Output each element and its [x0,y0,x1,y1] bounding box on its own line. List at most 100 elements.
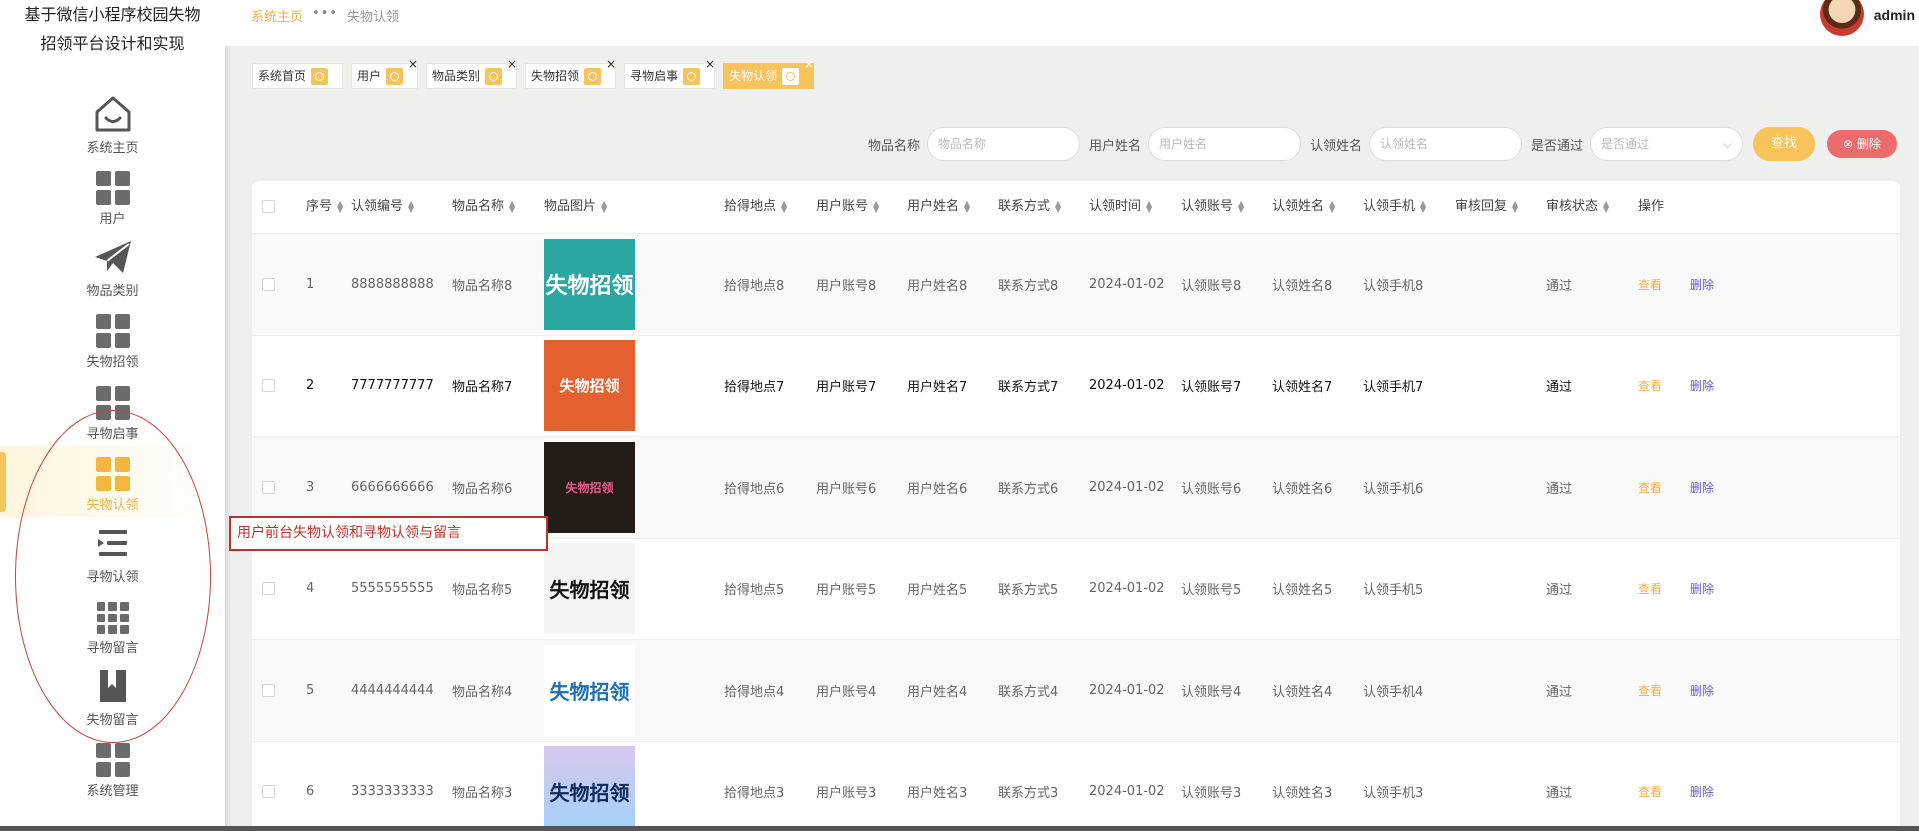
sort-icon[interactable]: ▲ ▼ [1146,199,1152,213]
item-image[interactable]: 失物招领 [544,234,635,335]
row-checkbox[interactable] [262,742,275,831]
table-cell-uname: 用户姓名3 [907,786,968,802]
sort-icon[interactable]: ▲ ▼ [1420,199,1426,213]
sort-icon[interactable]: ▲ ▼ [1238,199,1244,213]
sidebar-item-seek-message[interactable]: 寻物留言 [0,589,225,661]
row-checkbox[interactable] [262,539,275,640]
column-header[interactable]: 拾得地点 ▲ ▼ [724,181,787,233]
row-checkbox[interactable] [262,336,275,437]
column-header[interactable]: 用户账号 ▲ ▼ [816,181,879,233]
item-name-input[interactable]: 物品名称 [926,127,1080,161]
row-delete-button[interactable]: 删除 [1690,783,1714,800]
sort-icon[interactable]: ▲ ▼ [509,199,515,213]
column-header[interactable]: 认领编号 ▲ ▼ [351,181,414,233]
tab-users[interactable]: 用户 × [351,58,419,89]
paper-plane-icon [94,240,131,273]
table-row[interactable]: 4 5555555555 物品名称5 失物招领 拾得地点5 用户账号5 用户姓名5 联系方式5… [252,537,1900,640]
table-cell-account: 用户账号3 [816,786,877,802]
search-button[interactable]: 查找 [1753,127,1815,161]
tab-categories[interactable]: 物品类别 × [426,58,518,89]
tab-lost-found[interactable]: 失物招领 × [525,58,617,89]
sidebar-item-home[interactable]: 系统主页 [0,88,225,160]
sort-icon[interactable]: ▲ ▼ [408,199,414,213]
table-cell-uname: 用户姓名4 [907,684,968,700]
avatar[interactable] [1819,0,1864,36]
close-icon[interactable]: × [705,58,715,70]
sidebar-item-seek-claim[interactable]: 寻物认领 [0,517,225,589]
tab-lost-claim[interactable]: 失物认领 × [723,58,815,89]
view-button[interactable]: 查看 [1638,783,1662,800]
table-cell-c_name: 认领姓名6 [1272,481,1333,497]
view-button[interactable]: 查看 [1638,276,1662,293]
column-header[interactable]: 物品图片 ▲ ▼ [544,181,607,233]
view-button[interactable]: 查看 [1638,682,1662,699]
column-header[interactable]: 认领手机 ▲ ▼ [1363,181,1426,233]
sort-icon[interactable]: ▲ ▼ [1055,199,1061,213]
view-button[interactable]: 查看 [1638,377,1662,394]
table-cell-name: 物品名称4 [452,684,513,700]
column-header[interactable]: 认领时间 ▲ ▼ [1089,181,1152,233]
view-button[interactable]: 查看 [1638,580,1662,597]
select-all-checkbox[interactable] [262,181,275,233]
sort-icon[interactable]: ▲ ▼ [1603,199,1609,213]
sidebar-item-lost-found[interactable]: 失物招领 [0,303,225,375]
sort-icon[interactable]: ▲ ▼ [337,199,343,213]
row-checkbox[interactable] [262,234,275,335]
table-row[interactable]: 2 7777777777 物品名称7 失物招领 拾得地点7 用户账号7 用户姓名7 联系方式7… [252,334,1900,437]
column-header[interactable]: 审核状态 ▲ ▼ [1546,181,1609,233]
table-row[interactable]: 6 3333333333 物品名称3 失物招领 拾得地点3 用户账号3 用户姓名3 联系方式3… [252,740,1900,831]
column-header[interactable]: 联系方式 ▲ ▼ [998,181,1061,233]
item-image[interactable]: 失物招领 [544,336,635,437]
sort-icon[interactable]: ▲ ▼ [1329,199,1335,213]
user-menu[interactable]: admin [1819,0,1915,36]
sort-icon[interactable]: ▲ ▼ [601,199,607,213]
table-cell-time: 2024-01-02 [1089,378,1165,394]
row-delete-button[interactable]: 删除 [1690,276,1714,293]
column-header[interactable]: 认领姓名 ▲ ▼ [1272,181,1335,233]
sidebar-item-lost-message[interactable]: 失物留言 [0,660,225,732]
view-button[interactable]: 查看 [1638,479,1662,496]
user-name-input[interactable]: 用户姓名 [1147,127,1301,161]
item-image[interactable]: 失物招领 [544,539,635,640]
bottom-scrollbar[interactable] [0,826,1919,831]
sidebar-item-system[interactable]: 系统管理 [0,732,225,804]
breadcrumb-home[interactable]: 系统主页 [251,6,303,25]
sidebar-item-lost-notice[interactable]: 寻物启事 [0,374,225,446]
row-actions: 查看 删除 [1638,437,1714,538]
tab-lost-notice[interactable]: 寻物启事 × [624,58,716,89]
sort-icon[interactable]: ▲ ▼ [873,199,879,213]
row-delete-button[interactable]: 删除 [1690,377,1714,394]
close-icon[interactable]: × [804,58,814,70]
sort-icon[interactable]: ▲ ▼ [781,199,787,213]
item-thumbnail: 失物招领 [544,644,635,736]
column-header[interactable]: 审核回复 ▲ ▼ [1455,181,1518,233]
row-delete-button[interactable]: 删除 [1690,479,1714,496]
row-checkbox[interactable] [262,640,275,741]
row-delete-button[interactable]: 删除 [1690,682,1714,699]
username[interactable]: admin [1874,7,1915,23]
close-icon[interactable]: × [507,58,517,70]
item-image[interactable]: 失物招领 [544,437,635,538]
item-image[interactable]: 失物招领 [544,640,635,741]
passed-select[interactable]: 是否通过 ⌵ [1590,127,1743,161]
column-header[interactable]: 用户姓名 ▲ ▼ [907,181,970,233]
sidebar-item-users[interactable]: 用户 [0,160,225,232]
column-header[interactable]: 物品名称 ▲ ▼ [452,181,515,233]
close-icon[interactable]: × [606,58,616,70]
sort-icon[interactable]: ▲ ▼ [964,199,970,213]
tab-home[interactable]: 系统首页 [252,63,344,89]
claim-name-input[interactable]: 认领姓名 [1368,127,1522,161]
sidebar-item-lost-claim[interactable]: 失物认领 [0,445,225,517]
delete-button[interactable]: ⊗ 删除 [1827,130,1897,158]
table-row[interactable]: 5 4444444444 物品名称4 失物招领 拾得地点4 用户账号4 用户姓名4 联系方式4… [252,639,1900,741]
table-row[interactable]: 1 8888888888 物品名称8 失物招领 拾得地点8 用户账号8 用户姓名8 联系方式8… [252,233,1900,335]
item-image[interactable]: 失物招领 [544,742,635,831]
row-delete-button[interactable]: 删除 [1690,580,1714,597]
sidebar-item-categories[interactable]: 物品类别 [0,231,225,303]
column-header[interactable]: 序号 ▲ ▼ [306,181,343,233]
tab-label: 物品类别 [432,69,481,83]
column-header[interactable]: 认领账号 ▲ ▼ [1181,181,1244,233]
sort-icon[interactable]: ▲ ▼ [1512,199,1518,213]
close-icon[interactable]: × [408,58,418,70]
grid9-icon [96,602,129,634]
